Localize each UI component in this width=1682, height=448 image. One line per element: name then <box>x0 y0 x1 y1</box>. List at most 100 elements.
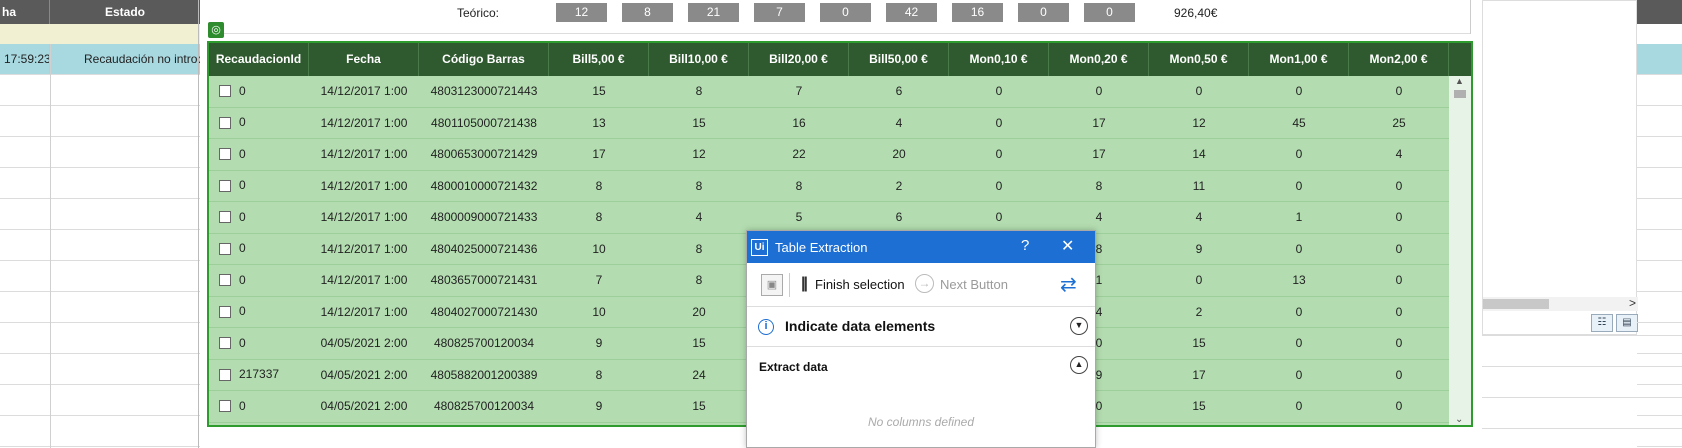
bg-header-col2[interactable]: Estado <box>50 0 200 24</box>
table-cell: 0 <box>209 202 309 233</box>
table-cell: 2 <box>895 178 903 193</box>
row-checkbox[interactable] <box>219 116 231 129</box>
empty-state-text: No columns defined <box>867 415 975 429</box>
table-cell: 0 <box>209 265 309 296</box>
table-cell: 10 <box>592 304 606 319</box>
column-header[interactable]: Mon0,10 € <box>949 43 1049 76</box>
column-header[interactable]: Bill50,00 € <box>849 43 949 76</box>
column-header[interactable]: Bill5,00 € <box>549 43 649 76</box>
row-checkbox[interactable] <box>219 179 231 192</box>
table-cell: 9 <box>595 399 603 413</box>
save-icon[interactable]: ▣ <box>761 274 783 296</box>
column-header[interactable]: Mon0,50 € <box>1149 43 1249 76</box>
table-cell: 0 <box>1395 241 1403 256</box>
table-cell: 14/12/2017 1:00 <box>320 147 408 161</box>
table-cell: 7 <box>595 273 603 287</box>
row-checkbox[interactable] <box>219 274 231 287</box>
scrollbar-thumb[interactable] <box>1483 299 1549 309</box>
column-header[interactable]: Mon0,20 € <box>1049 43 1149 76</box>
table-cell: 12 <box>692 147 706 161</box>
extract-section[interactable]: Extract data ▲ <box>747 347 1095 387</box>
chevron-up-icon[interactable]: ▲ <box>1455 76 1464 86</box>
table-cell: 04/05/2021 2:00 <box>320 399 408 413</box>
table-cell: 11 <box>1192 178 1206 193</box>
row-checkbox[interactable] <box>219 400 231 413</box>
column-header[interactable]: Bill10,00 € <box>649 43 749 76</box>
row-checkbox[interactable] <box>219 85 231 98</box>
column-header[interactable]: Código Barras <box>419 43 549 76</box>
column-header[interactable]: Mon1,00 € <box>1249 43 1349 76</box>
bg-right-selected[interactable] <box>1637 44 1682 74</box>
table-cell: 15 <box>1192 399 1206 413</box>
finish-selection-button[interactable]: Finish selection <box>815 277 905 292</box>
row-checkbox[interactable] <box>219 337 231 350</box>
bg-right-pane: > ☷ ▤ <box>1482 0 1638 335</box>
scrollbar-thumb[interactable] <box>1454 90 1466 98</box>
column-header[interactable]: RecaudacionId <box>209 43 309 76</box>
cell-value: 0 <box>239 335 246 350</box>
table-header: RecaudacionId Fecha Código Barras Bill5,… <box>209 43 1471 76</box>
teorico-value: 0 <box>1084 3 1135 22</box>
vertical-scrollbar[interactable]: ▲ ⌄ <box>1449 76 1471 425</box>
table-cell: 4800653000721429 <box>430 147 538 161</box>
table-cell: 0 <box>1295 84 1303 98</box>
refresh-icon[interactable]: ⇄ <box>1060 272 1077 297</box>
finish-icon[interactable]: || <box>801 275 808 293</box>
row-checkbox[interactable] <box>219 368 231 381</box>
table-cell: 17 <box>1092 115 1106 130</box>
bg-header-col1[interactable]: ha <box>0 0 50 24</box>
column-header[interactable]: Mon2,00 € <box>1349 43 1449 76</box>
table-cell: 14/12/2017 1:00 <box>320 273 408 287</box>
horizontal-scrollbar[interactable]: > <box>1483 296 1638 311</box>
dialog-title-bar[interactable]: Ui Table Extraction ? ✕ <box>747 231 1095 263</box>
table-row[interactable]: 0 14/12/2017 1:00 4800010000721432 8 8 8 2 0 8 11… <box>209 171 1471 202</box>
table-cell: 4 <box>1095 210 1103 224</box>
toolbar-divider <box>789 273 790 297</box>
row-checkbox[interactable] <box>219 305 231 318</box>
row-checkbox[interactable] <box>219 211 231 224</box>
chevron-down-icon[interactable]: ▼ <box>1070 317 1088 335</box>
table-row[interactable]: 0 14/12/2017 1:00 4800653000721429 17 12 22 20… <box>209 139 1471 171</box>
table-cell: 6 <box>895 210 903 224</box>
table-cell: 25 <box>1392 115 1406 130</box>
help-icon[interactable]: ? <box>1021 237 1029 254</box>
chevron-down-icon[interactable]: ⌄ <box>1455 414 1463 425</box>
uipath-logo-icon: Ui <box>751 238 768 256</box>
table-cell: 8 <box>1095 178 1103 193</box>
table-cell: 0 <box>995 147 1003 161</box>
table-cell: 0 <box>995 178 1003 193</box>
column-header[interactable]: Bill20,00 € <box>749 43 849 76</box>
table-row[interactable]: 0 14/12/2017 1:00 4803123000721443 15 8 7 6 0 0 0… <box>209 76 1471 108</box>
table-cell: 8 <box>595 178 603 193</box>
bg-filter-row[interactable] <box>0 24 200 44</box>
list-view-icon[interactable]: ☷ <box>1591 314 1613 332</box>
chevron-up-icon[interactable]: ▲ <box>1070 356 1088 374</box>
table-cell: 0 <box>1295 304 1303 319</box>
card-view-icon[interactable]: ▤ <box>1616 314 1638 332</box>
next-icon[interactable]: → <box>915 274 934 293</box>
next-button[interactable]: Next Button <box>940 277 1008 292</box>
table-row[interactable]: 0 14/12/2017 1:00 4801105000721438 13 15 16 4 0… <box>209 108 1471 139</box>
row-checkbox[interactable] <box>219 148 231 161</box>
table-cell: 4 <box>1395 147 1403 161</box>
indicate-label: Indicate data elements <box>785 318 936 334</box>
table-cell: 0 <box>1295 241 1303 256</box>
table-cell: 4803657000721431 <box>430 273 538 287</box>
table-cell: 480825700120034 <box>433 399 535 413</box>
chevron-right-icon[interactable]: > <box>1629 296 1636 310</box>
cell-value: 0 <box>239 83 246 98</box>
column-header[interactable]: Fecha <box>309 43 419 76</box>
table-cell: 0 <box>1295 147 1303 161</box>
indicate-section[interactable]: i Indicate data elements ▼ <box>747 307 1095 347</box>
teorico-value: 0 <box>820 3 871 22</box>
close-icon[interactable]: ✕ <box>1061 236 1074 256</box>
target-icon[interactable]: ◎ <box>208 22 224 38</box>
table-cell: 0 <box>1395 273 1403 287</box>
table-cell: 0 <box>1395 178 1403 193</box>
row-checkbox[interactable] <box>219 242 231 255</box>
table-cell: 17 <box>592 147 606 161</box>
table-cell: 4804027000721430 <box>430 304 538 319</box>
table-cell: 0 <box>1295 367 1303 382</box>
bg-selected-row[interactable]: 17:59:23 Recaudación no introduc <box>0 44 200 74</box>
table-row[interactable]: 0 14/12/2017 1:00 4800009000721433 8 4 5 6 0 4 4 1… <box>209 202 1471 234</box>
